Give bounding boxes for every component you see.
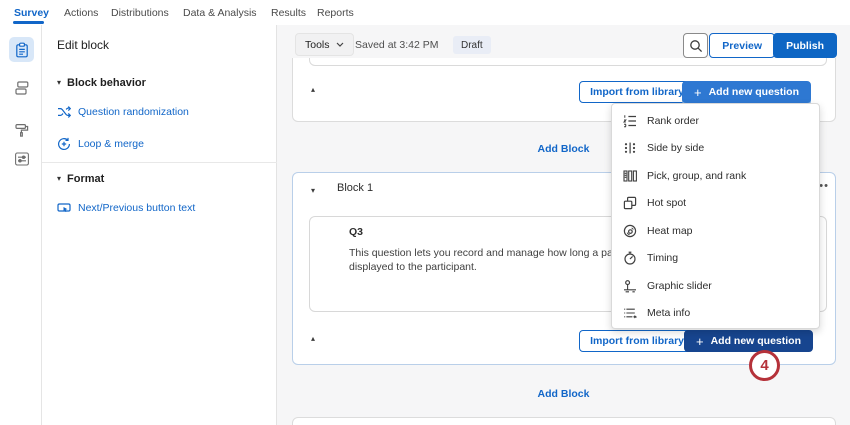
tools-menu-button[interactable]: Tools (295, 33, 354, 56)
paint-roller-icon (14, 122, 30, 138)
tab-survey[interactable]: Survey (14, 7, 49, 19)
menu-item-label: Side by side (647, 142, 704, 154)
shuffle-icon (57, 105, 71, 119)
menu-item-heat-map[interactable]: Heat map (612, 217, 819, 245)
loop-merge-link[interactable]: Loop & merge (57, 137, 144, 151)
rail-survey-options-button[interactable] (9, 146, 34, 171)
side-by-side-icon (623, 141, 637, 155)
draft-status-badge: Draft (453, 36, 491, 54)
add-question-label: Add new question (709, 86, 799, 98)
add-new-question-button[interactable]: + Add new question (684, 330, 813, 352)
rail-survey-builder-button[interactable] (9, 37, 34, 62)
import-from-library-button[interactable]: Import from library (579, 81, 695, 103)
menu-item-label: Meta info (647, 307, 690, 319)
edit-block-panel: Edit block ▾ Block behavior Question ran… (42, 25, 277, 425)
section-label: Block behavior (67, 77, 146, 89)
preview-button[interactable]: Preview (709, 33, 775, 58)
heat-map-icon (623, 224, 637, 238)
menu-item-meta-info[interactable]: Meta info (612, 300, 819, 328)
block-title[interactable]: Block 1 (337, 182, 373, 194)
menu-item-label: Pick, group, and rank (647, 170, 746, 182)
tab-reports[interactable]: Reports (317, 7, 354, 19)
collapse-block-icon[interactable]: ▴ (311, 334, 315, 343)
block-options-icon[interactable]: •• (819, 180, 829, 192)
panel-title: Edit block (57, 38, 109, 52)
import-from-library-button[interactable]: Import from library (579, 330, 695, 352)
block-next (292, 417, 836, 425)
section-block-behavior[interactable]: ▾ Block behavior (57, 77, 146, 89)
link-label: Next/Previous button text (78, 202, 195, 214)
tab-results[interactable]: Results (271, 7, 306, 19)
pick-group-rank-icon (623, 169, 637, 183)
search-icon (689, 39, 703, 53)
question-randomization-link[interactable]: Question randomization (57, 105, 189, 119)
tab-actions[interactable]: Actions (64, 7, 98, 19)
link-label: Question randomization (78, 106, 189, 118)
tools-label: Tools (305, 39, 330, 51)
active-tab-underline (13, 21, 44, 24)
survey-canvas: Tools Saved at 3:42 PM Draft Preview Pub… (277, 25, 850, 425)
meta-info-icon (623, 306, 637, 320)
menu-item-label: Timing (647, 252, 678, 264)
chevron-down-icon (336, 42, 344, 47)
rank-order-icon (623, 114, 637, 128)
settings-sliders-icon (14, 151, 30, 167)
add-new-question-button[interactable]: + Add new question (682, 81, 811, 103)
link-label: Loop & merge (78, 138, 144, 150)
blocks-icon (14, 80, 30, 96)
tab-distributions[interactable]: Distributions (111, 7, 169, 19)
question-type-menu: Rank order Side by side (611, 103, 820, 329)
menu-item-label: Hot spot (647, 197, 686, 209)
menu-item-label: Rank order (647, 115, 699, 127)
block-scroll-area[interactable]: ▴ Import from library + Add new question… (277, 58, 850, 425)
sidebar-divider (42, 162, 277, 163)
collapse-block-icon[interactable]: ▾ (311, 186, 315, 195)
menu-item-rank-order[interactable]: Rank order (612, 107, 819, 135)
qualtrics-survey-editor: Survey Actions Distributions Data & Anal… (0, 0, 850, 425)
menu-item-side-by-side[interactable]: Side by side (612, 135, 819, 163)
stopwatch-icon (623, 251, 637, 265)
caret-down-icon: ▾ (57, 175, 61, 183)
section-format[interactable]: ▾ Format (57, 173, 104, 185)
menu-item-label: Heat map (647, 225, 693, 237)
add-block-link[interactable]: Add Block (277, 388, 850, 400)
question-card-partial[interactable] (309, 58, 827, 66)
search-button[interactable] (683, 33, 708, 58)
rail-look-and-feel-button[interactable] (9, 117, 34, 142)
menu-item-pick-group-rank[interactable]: Pick, group, and rank (612, 162, 819, 190)
caret-down-icon: ▾ (57, 79, 61, 87)
autosave-status: Saved at 3:42 PM (355, 39, 438, 51)
menu-item-timing[interactable]: Timing (612, 245, 819, 273)
menu-item-graphic-slider[interactable]: Graphic slider (612, 272, 819, 300)
menu-item-label: Graphic slider (647, 280, 712, 292)
collapse-block-icon[interactable]: ▴ (311, 85, 315, 94)
add-question-label: Add new question (711, 335, 801, 347)
publish-button[interactable]: Publish (773, 33, 837, 58)
button-cursor-icon (57, 201, 71, 215)
graphic-slider-icon (623, 279, 637, 293)
section-label: Format (67, 173, 104, 185)
menu-item-hot-spot[interactable]: Hot spot (612, 190, 819, 218)
plus-icon: + (694, 86, 702, 99)
icon-rail (0, 25, 42, 425)
rail-survey-flow-button[interactable] (9, 75, 34, 100)
top-nav: Survey Actions Distributions Data & Anal… (0, 0, 850, 25)
tab-data-analysis[interactable]: Data & Analysis (183, 7, 257, 19)
plus-icon: + (696, 335, 704, 348)
question-id: Q3 (349, 226, 363, 238)
step-annotation-badge: 4 (749, 350, 780, 381)
loop-icon (57, 137, 71, 151)
next-previous-button-text-link[interactable]: Next/Previous button text (57, 201, 195, 215)
hot-spot-icon (623, 196, 637, 210)
clipboard-icon (14, 42, 30, 58)
